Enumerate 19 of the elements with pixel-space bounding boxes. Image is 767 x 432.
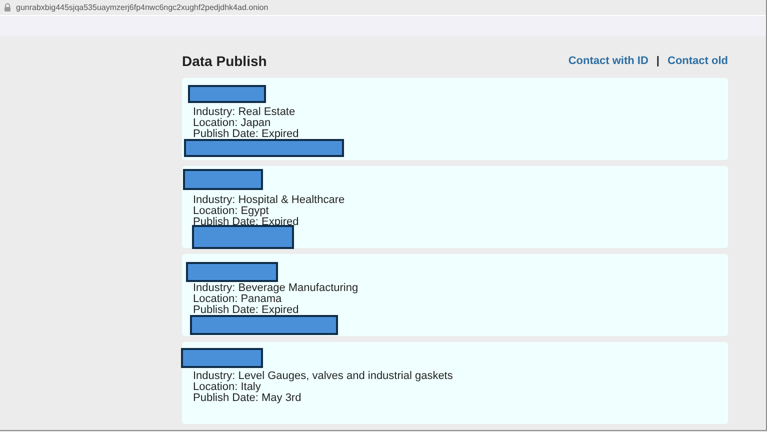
link-separator: | <box>656 55 660 67</box>
address-bar[interactable]: gunrabxbig445sjqa535uaymzerj6fp4nwc6ngc2xughf2pedjdhk4ad.onion <box>0 0 766 16</box>
contact-link[interactable]: Contact with ID <box>568 55 648 67</box>
listing-detail: Industry: Hospital & Healthcare <box>193 195 346 206</box>
listing-detail: Publish Date: May 3rd <box>193 393 302 404</box>
listing-detail: Industry: Level Gauges, valves and industrial gaskets <box>193 371 454 382</box>
listing-detail: Industry: Beverage Manufacturing <box>193 283 360 294</box>
listing-detail: Industry: Real Estate <box>193 107 296 118</box>
listing-detail: Publish Date: Expired <box>193 217 300 228</box>
contact-link[interactable]: Contact old <box>668 55 728 67</box>
lock-icon <box>4 2 11 12</box>
page-title: Data Publish <box>182 53 267 69</box>
listing-detail: Publish Date: Expired <box>193 129 300 140</box>
listing-detail: Location: Egypt <box>193 206 269 217</box>
url-text: gunrabxbig445sjqa535uaymzerj6fp4nwc6ngc2xughf2pedjdhk4ad.onion <box>16 2 268 12</box>
listing-detail: Location: Panama <box>193 294 282 305</box>
listing-detail: Location: Italy <box>193 382 262 393</box>
listing-detail: Location: Japan <box>193 118 272 129</box>
listing-detail: Publish Date: Expired <box>193 305 300 316</box>
